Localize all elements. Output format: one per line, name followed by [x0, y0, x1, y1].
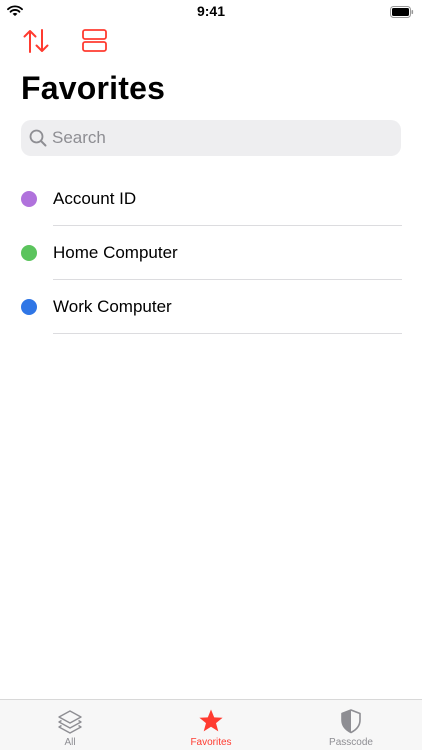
color-dot	[21, 299, 37, 315]
search-input[interactable]	[52, 128, 392, 148]
item-label: Work Computer	[53, 297, 172, 316]
search-bar[interactable]	[21, 120, 401, 156]
list-item[interactable]: Home Computer	[0, 226, 422, 280]
tab-label: Passcode	[329, 737, 373, 748]
tab-label: Favorites	[190, 737, 232, 748]
color-dot	[21, 191, 37, 207]
sort-arrows-icon	[22, 27, 50, 60]
page-title: Favorites	[21, 70, 166, 106]
separator	[53, 333, 402, 334]
list-item[interactable]: Account ID	[0, 172, 422, 226]
tab-all[interactable]: All	[0, 700, 140, 750]
rows-layout-icon	[81, 28, 109, 59]
shield-icon	[281, 708, 421, 734]
item-label: Account ID	[53, 189, 137, 208]
layers-icon	[0, 708, 140, 734]
list-item[interactable]: Work Computer	[0, 280, 422, 334]
search-icon	[29, 128, 49, 148]
layout-toggle-button[interactable]	[79, 28, 111, 58]
status-bar: 9:41	[0, 0, 422, 22]
tab-favorites[interactable]: Favorites	[141, 700, 281, 750]
battery-icon	[390, 5, 414, 23]
tab-bar: All Favorites Passcode	[0, 699, 422, 750]
tab-passcode[interactable]: Passcode	[281, 700, 421, 750]
sort-button[interactable]	[20, 28, 52, 58]
star-icon	[141, 708, 281, 734]
favorites-list: Account ID Home Computer Work Computer	[0, 172, 422, 334]
status-time: 9:41	[196, 3, 226, 19]
toolbar	[0, 28, 422, 60]
item-label: Home Computer	[53, 243, 178, 262]
color-dot	[21, 245, 37, 261]
tab-label: All	[64, 737, 76, 748]
